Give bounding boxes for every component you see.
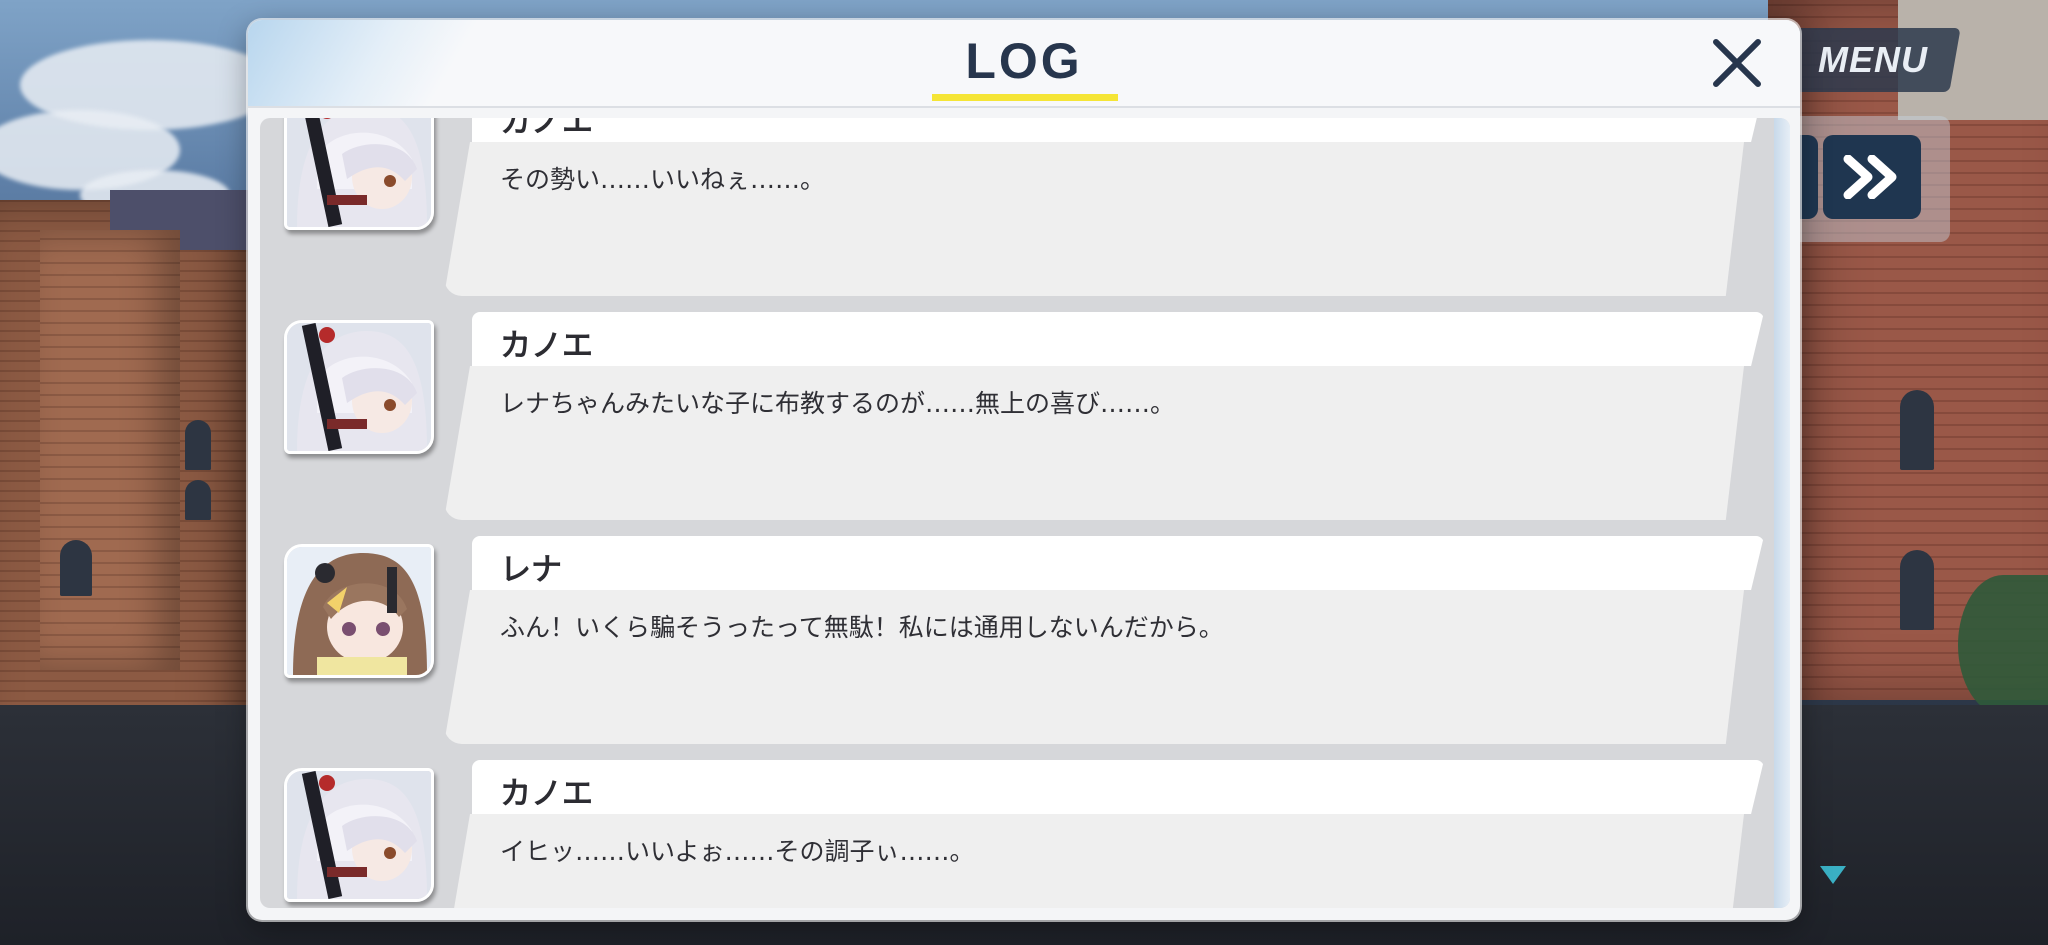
- close-button[interactable]: [1706, 32, 1768, 94]
- speaker-name: カノエ: [500, 776, 593, 812]
- avatar-kanoe: [284, 320, 434, 454]
- scroll-track[interactable]: [1774, 118, 1790, 908]
- log-entry: カノエ その勢い……いいねぇ……。: [260, 118, 1790, 302]
- close-icon: [1713, 39, 1761, 87]
- dialogue-text: その勢い……いいねぇ……。: [500, 165, 826, 194]
- title-underline: [932, 94, 1118, 101]
- dialogue-text: ふん！いくら騙そうったって無駄！私には通用しないんだから。: [500, 613, 1224, 642]
- log-entry: カノエ レナちゃんみたいな子に布教するのが……無上の喜び……。: [260, 312, 1790, 526]
- speaker-name: カノエ: [500, 328, 593, 364]
- double-chevron-right-icon: [1843, 155, 1897, 199]
- log-panel: LOG カノエ その勢い……いいねぇ……。 カノエ レナちゃんみたいな子に布教す…: [248, 20, 1800, 920]
- log-entry: カノエ イヒッ……いいよぉ……その調子ぃ……。: [260, 760, 1790, 908]
- speaker-name: レナ: [500, 552, 562, 588]
- log-title: LOG: [965, 33, 1083, 89]
- avatar-rena: [284, 544, 434, 678]
- menu-button[interactable]: MENU: [1784, 28, 1961, 92]
- speaker-name: カノエ: [500, 118, 593, 140]
- fast-forward-button[interactable]: [1823, 135, 1921, 219]
- dialogue-text: レナちゃんみたいな子に布教するのが……無上の喜び……。: [500, 389, 1176, 418]
- avatar-kanoe: [284, 768, 434, 902]
- triangle-down-icon: [1820, 866, 1846, 884]
- log-panel-header: LOG: [248, 20, 1800, 108]
- log-entry: レナ ふん！いくら騙そうったって無駄！私には通用しないんだから。: [260, 536, 1790, 750]
- dialogue-text: イヒッ……いいよぉ……その調子ぃ……。: [500, 837, 975, 866]
- menu-button-label: MENU: [1817, 39, 1928, 80]
- log-list[interactable]: カノエ その勢い……いいねぇ……。 カノエ レナちゃんみたいな子に布教するのが……: [260, 118, 1790, 908]
- avatar-kanoe: [284, 118, 434, 230]
